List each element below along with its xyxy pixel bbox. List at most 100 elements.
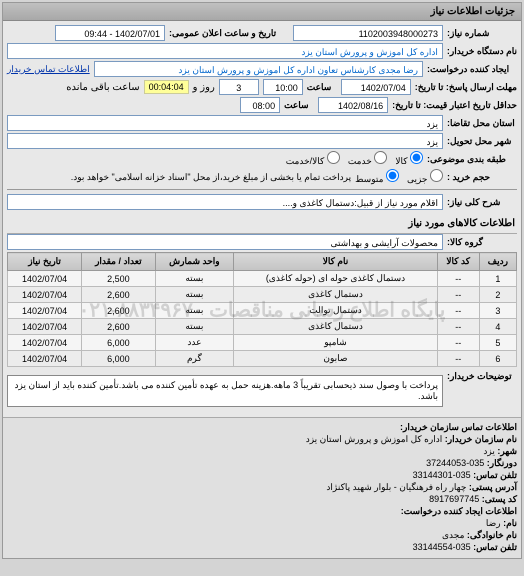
volume-note: پرداخت تمام یا بخشی از مبلغ خرید،از محل … [71, 172, 351, 183]
col-header: تاریخ نیاز [8, 253, 82, 271]
table-cell: بسته [155, 319, 234, 335]
creator-field: رضا مجدی کارشناس تعاون اداره کل اموزش و … [94, 61, 423, 77]
desc-field: اقلام مورد نیاز از قبیل:دستمال کاغذی و..… [7, 194, 443, 210]
phone-value: 035-37244053 [426, 458, 484, 468]
addr-label: آدرس پستی: [469, 482, 517, 492]
table-cell: -- [437, 303, 479, 319]
contact-title: اطلاعات تماس سازمان خریدار: [7, 422, 517, 433]
class-radio-c[interactable]: کالا/خدمت [286, 151, 340, 167]
notes-label: توضیحات خریدار: [447, 371, 517, 382]
desc-label: شرح کلی نیاز: [447, 197, 517, 208]
days-field: 3 [219, 79, 259, 95]
ctel-label: تلفن تماس: [473, 542, 517, 552]
col-header: تعداد / مقدار [82, 253, 155, 271]
table-cell: 2 [479, 287, 516, 303]
table-cell: 1402/07/04 [8, 271, 82, 287]
table-row: 6--صابونگرم6,0001402/07/04 [8, 351, 517, 367]
validity-label: حداقل تاریخ اعتبار قیمت: تا تاریخ: [392, 100, 517, 111]
table-cell: -- [437, 287, 479, 303]
table-cell: 2,600 [82, 287, 155, 303]
postal-value: 8917697745 [429, 494, 479, 504]
table-cell: صابون [234, 351, 437, 367]
table-cell: بسته [155, 271, 234, 287]
countdown: 00:04:04 [144, 80, 189, 94]
city-field: یزد [7, 133, 443, 149]
org-value: اداره کل اموزش و پرورش استان یزد [306, 434, 443, 444]
contact-link[interactable]: اطلاعات تماس خریدار [7, 64, 90, 75]
creator-label: ایجاد کننده درخواست: [427, 64, 517, 75]
table-row: 3--دستمال توالتبسته2,6001402/07/04 [8, 303, 517, 319]
addr-value: چهار راه فرهنگیان - بلوار شهید پاکنژاد [326, 482, 466, 492]
notes-text: پرداخت با وصول سند ذیحسابی تقریباً 3 ماه… [7, 375, 443, 407]
table-cell: 2,500 [82, 271, 155, 287]
table-cell: 6 [479, 351, 516, 367]
items-title: اطلاعات کالاهای مورد نیاز [7, 214, 517, 234]
class-label: طبقه بندی موضوعی: [427, 154, 517, 165]
cfamily-label: نام خانوادگی: [467, 530, 517, 540]
items-table: ردیفکد کالانام کالاواحد شمارشتعداد / مقد… [7, 252, 517, 367]
table-cell: 5 [479, 335, 516, 351]
table-cell: 6,000 [82, 335, 155, 351]
province-field: یزد [7, 115, 443, 131]
ccity-value: یزد [483, 446, 494, 456]
org-label: نام سازمان خریدار: [445, 434, 517, 444]
class-radio-a[interactable]: کالا [395, 151, 423, 167]
day-word: روز و [193, 82, 215, 93]
validity-time: 08:00 [240, 97, 280, 113]
group-field: محصولات آرایشی و بهداشتی [7, 234, 443, 250]
cname-value: رضا [486, 518, 501, 528]
cname-label: نام: [503, 518, 517, 528]
remaining-label: ساعت باقی مانده [66, 82, 139, 93]
table-cell: 1 [479, 271, 516, 287]
announce-label: تاریخ و ساعت اعلان عمومی: [169, 28, 289, 39]
table-cell: دستمال کاغذی [234, 287, 437, 303]
table-cell: 6,000 [82, 351, 155, 367]
table-cell: -- [437, 319, 479, 335]
time-label-2: ساعت [284, 100, 314, 111]
ctel-value: 035-33144554 [413, 542, 471, 552]
volume-radio-b[interactable]: متوسط [355, 169, 399, 185]
table-cell: 3 [479, 303, 516, 319]
req-no-field: 1102003948000273 [293, 25, 443, 41]
fax-label: تلفن تماس: [473, 470, 517, 480]
col-header: واحد شمارش [155, 253, 234, 271]
city-label: شهر محل تحویل: [447, 136, 517, 147]
postal-label: کد پستی: [482, 494, 517, 504]
table-cell: گرم [155, 351, 234, 367]
creator-title: اطلاعات ایجاد کننده درخواست: [7, 506, 517, 517]
table-cell: -- [437, 271, 479, 287]
table-cell: عدد [155, 335, 234, 351]
table-cell: 2,600 [82, 303, 155, 319]
buyer-field: اداره کل اموزش و پرورش استان یزد [7, 43, 443, 59]
table-cell: 1402/07/04 [8, 319, 82, 335]
announce-field: 1402/07/01 - 09:44 [55, 25, 165, 41]
col-header: کد کالا [437, 253, 479, 271]
phone-label: دورنگار: [487, 458, 517, 468]
buyer-label: نام دستگاه خریدار: [447, 46, 517, 57]
col-header: نام کالا [234, 253, 437, 271]
table-row: 5--شامپوعدد6,0001402/07/04 [8, 335, 517, 351]
table-cell: 2,600 [82, 319, 155, 335]
table-cell: بسته [155, 303, 234, 319]
col-header: ردیف [479, 253, 516, 271]
table-cell: 1402/07/04 [8, 335, 82, 351]
volume-label: حجم خرید : [447, 172, 517, 183]
table-cell: دستمال کاغذی حوله ای (حوله کاغذی) [234, 271, 437, 287]
table-row: 2--دستمال کاغذیبسته2,6001402/07/04 [8, 287, 517, 303]
deadline-date: 1402/07/04 [341, 79, 411, 95]
class-radio-b[interactable]: خدمت [348, 151, 387, 167]
table-cell: دستمال کاغذی [234, 319, 437, 335]
table-cell: -- [437, 351, 479, 367]
validity-date: 1402/08/16 [318, 97, 388, 113]
group-label: گروه کالا: [447, 237, 517, 248]
ccity-label: شهر: [497, 446, 517, 456]
table-cell: شامپو [234, 335, 437, 351]
cfamily-value: مجدی [442, 530, 464, 540]
table-cell: 1402/07/04 [8, 303, 82, 319]
req-no-label: شماره نیاز: [447, 28, 517, 39]
volume-radio-a[interactable]: جزیی [407, 169, 443, 185]
fax-value: 035-33144301 [413, 470, 471, 480]
table-cell: دستمال توالت [234, 303, 437, 319]
table-row: 4--دستمال کاغذیبسته2,6001402/07/04 [8, 319, 517, 335]
table-cell: 1402/07/04 [8, 351, 82, 367]
